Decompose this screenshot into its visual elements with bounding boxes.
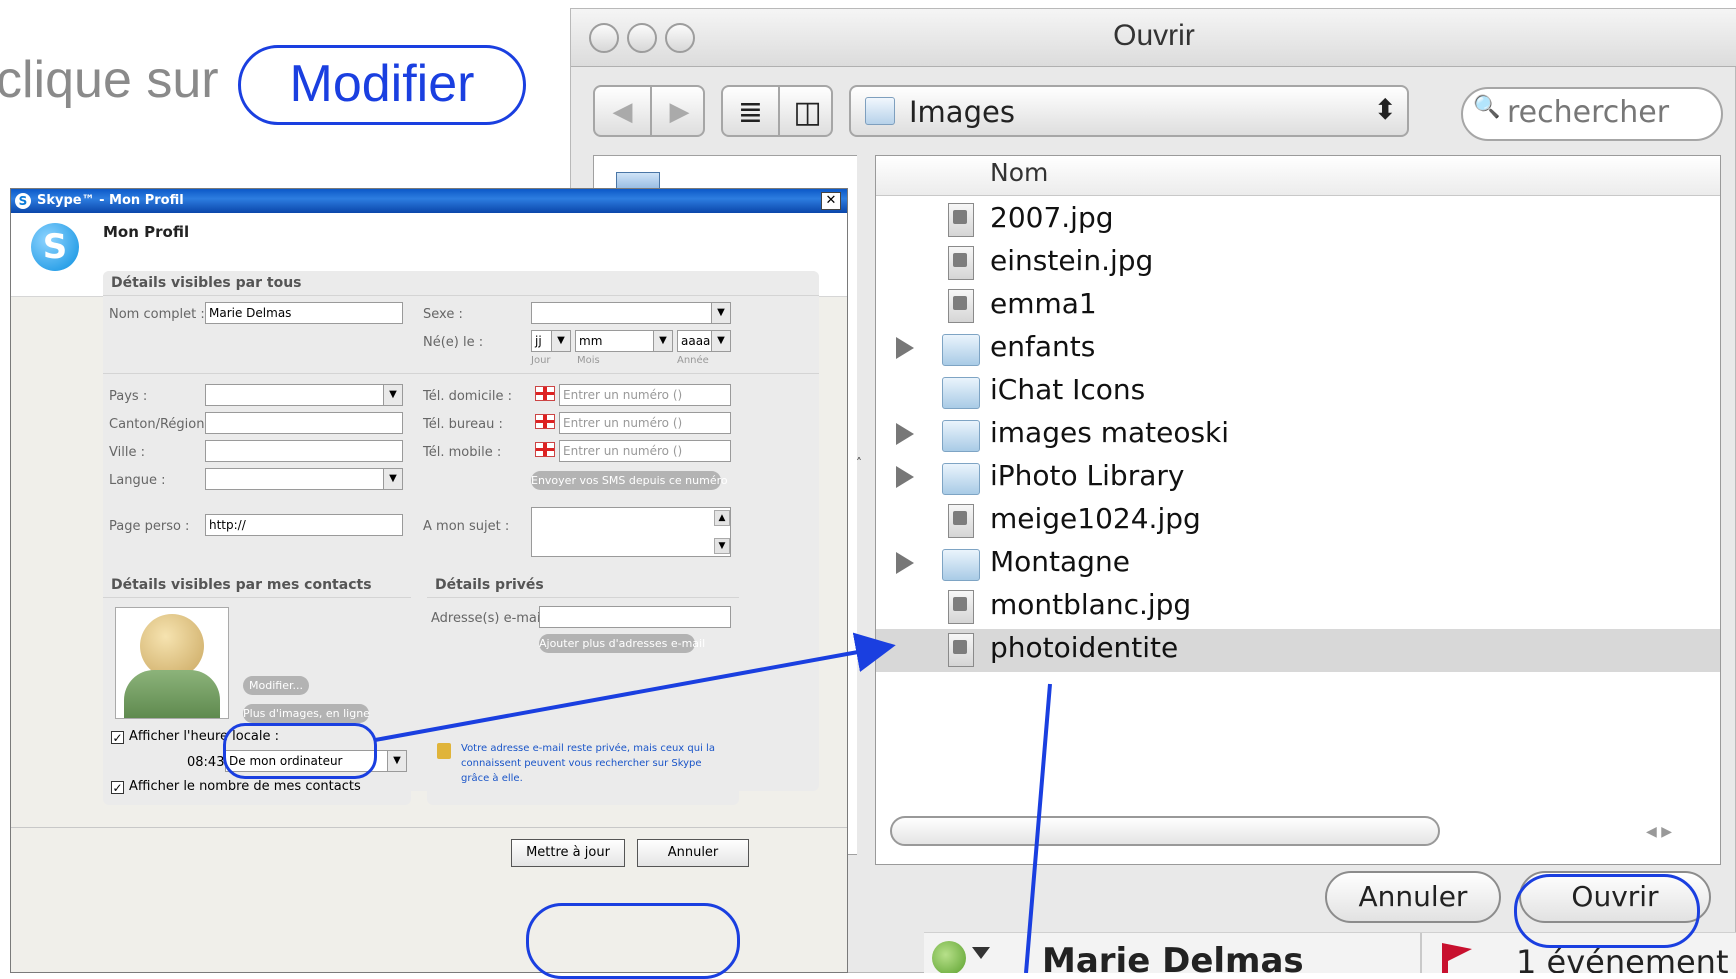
arrow-to-file-list (374, 632, 896, 742)
annotation-arrows (374, 632, 1052, 973)
arrow-to-bottom (1024, 683, 1052, 973)
